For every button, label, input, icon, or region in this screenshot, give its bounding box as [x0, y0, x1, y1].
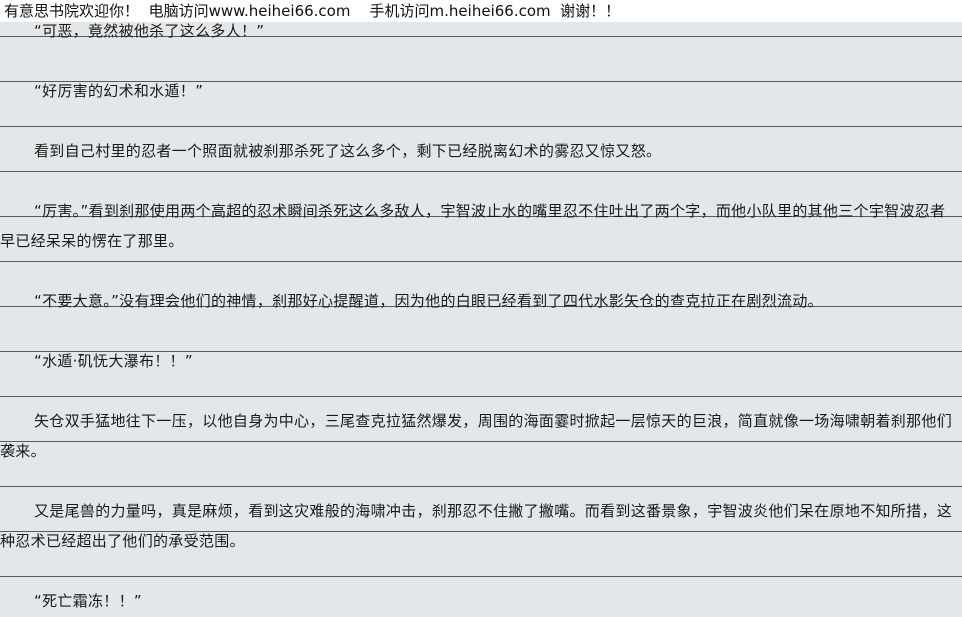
- paragraph: “不要大意。”没有理会他们的神情，刹那好心提醒道，因为他的白眼已经看到了四代水影…: [34, 292, 823, 310]
- paragraph: “好厉害的幻术和水遁！”: [34, 82, 204, 100]
- site-banner: 有意思书院欢迎你！ 电脑访问www.heihei66.com 手机访问m.hei…: [0, 0, 962, 22]
- banner-pc-link[interactable]: 电脑访问www.heihei66.com: [149, 2, 351, 20]
- paragraph: “水遁·矶怃大瀑布！！”: [34, 352, 193, 370]
- paragraph: 看到自己村里的忍者一个照面就被刹那杀死了这么多个，剩下已经脱离幻术的雾忍又惊又怒…: [34, 142, 662, 160]
- paragraph: 矢仓双手猛地往下一压，以他自身为中心，三尾查克拉猛然爆发，周围的海面霎时掀起一层…: [0, 412, 953, 460]
- reading-page: “可恶，竟然被他杀了这么多人！” “好厉害的幻术和水遁！” 看到自己村里的忍者一…: [0, 0, 962, 617]
- banner-thanks: 谢谢！！: [560, 2, 621, 20]
- chapter-text: “可恶，竟然被他杀了这么多人！” “好厉害的幻术和水遁！” 看到自己村里的忍者一…: [0, 16, 958, 617]
- paragraph: 又是尾兽的力量吗，真是麻烦，看到这灾难般的海啸冲击，刹那忍不住撇了撇嘴。而看到这…: [0, 502, 953, 550]
- paragraph: “死亡霜冻！！”: [34, 592, 142, 610]
- banner-mobile-link[interactable]: 手机访问m.heihei66.com: [370, 2, 551, 20]
- paragraph: “厉害。”看到刹那使用两个高超的忍术瞬间杀死这么多敌人，宇智波止水的嘴里忍不住吐…: [0, 202, 946, 250]
- banner-site-name: 有意思书院欢迎你！: [4, 2, 140, 20]
